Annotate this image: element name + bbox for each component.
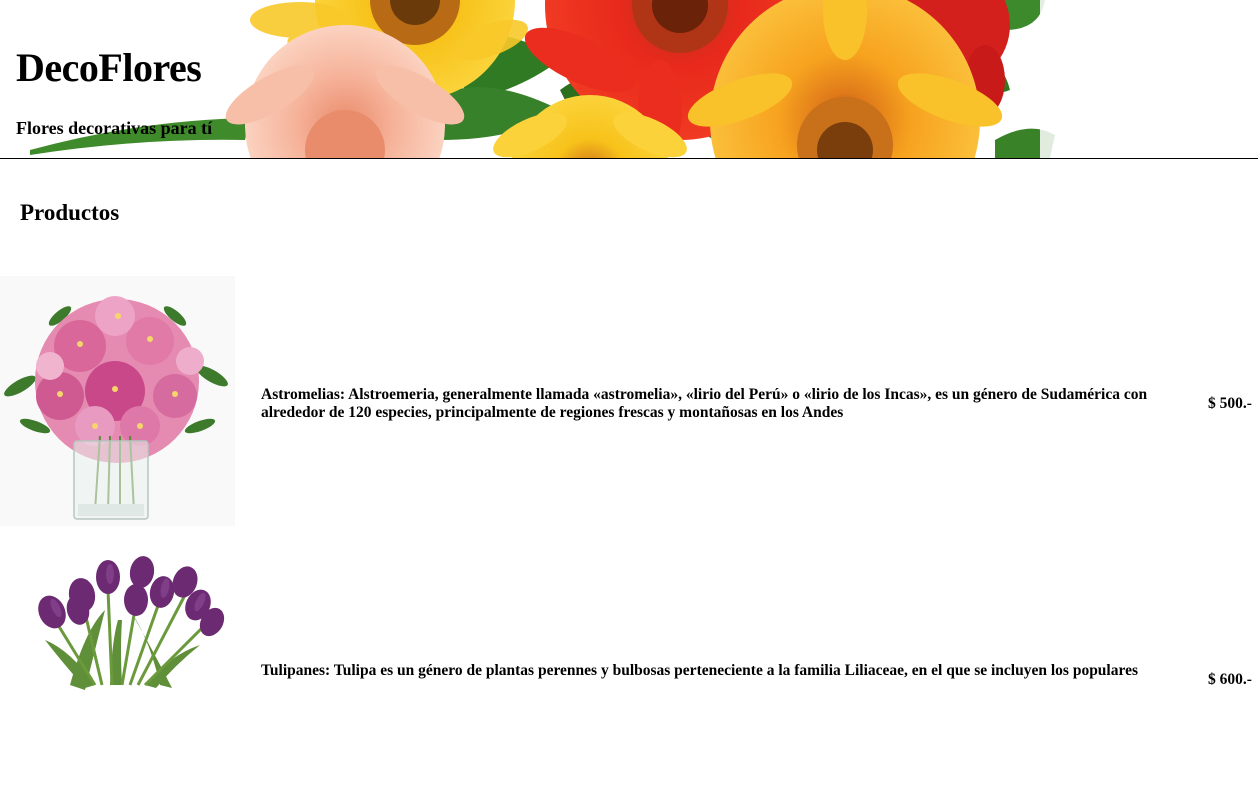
- astromelia-bouquet-image: [0, 276, 235, 526]
- site-title: DecoFlores: [16, 45, 202, 90]
- product-description: Tulipanes: Tulipa es un género de planta…: [261, 662, 1138, 679]
- site-tagline: Flores decorativas para tí: [16, 118, 213, 138]
- tulip-bouquet-image: [0, 550, 235, 800]
- products-heading: Productos: [20, 200, 120, 225]
- site-header: DecoFlores Flores decorativas para tí: [0, 0, 1258, 159]
- product-price: $ 500.-: [1208, 395, 1252, 412]
- product-item: Tulipanes: Tulipa es un género de planta…: [0, 550, 1258, 800]
- product-price: $ 600.-: [1208, 671, 1252, 688]
- product-description: Astromelias: Alstroemeria, generalmente …: [261, 386, 1148, 421]
- product-item: Astromelias: Alstroemeria, generalmente …: [0, 276, 1258, 526]
